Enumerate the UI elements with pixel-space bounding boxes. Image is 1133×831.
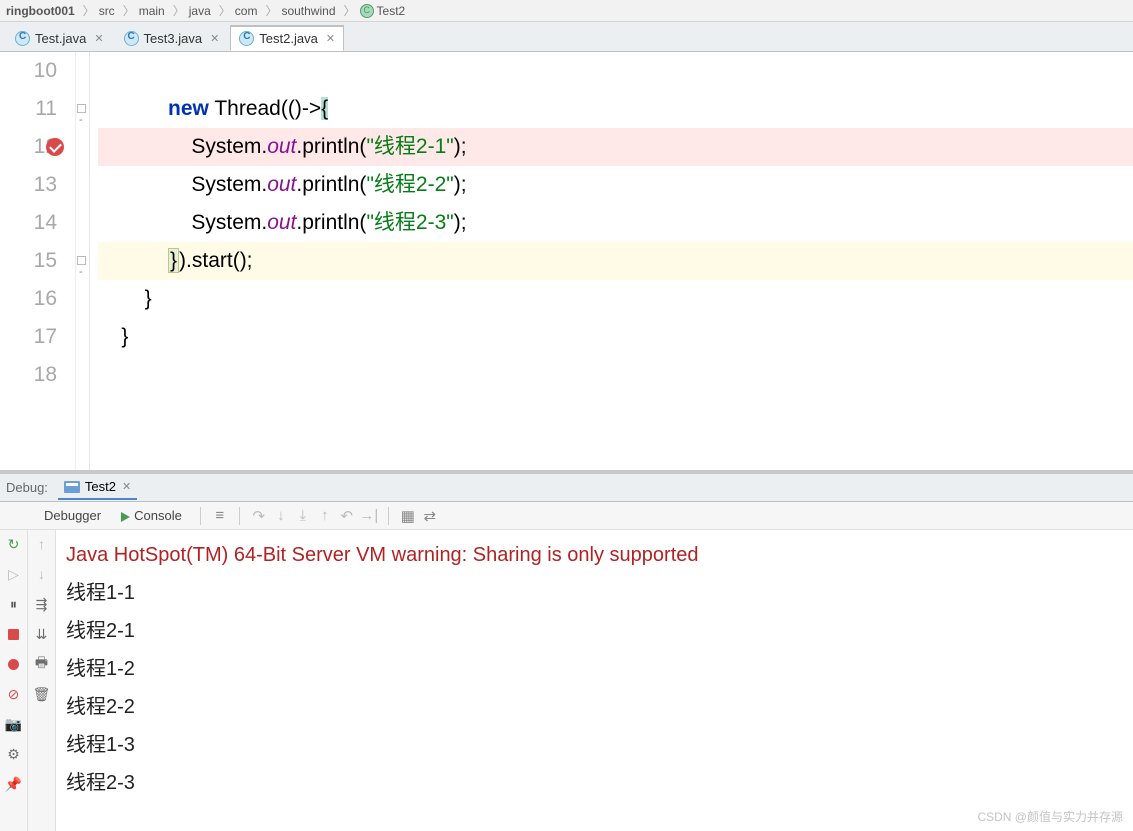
code-area[interactable]: new Thread(()->{ System.out.println("线程2… bbox=[90, 52, 1133, 470]
tab-console[interactable]: Console bbox=[111, 504, 192, 527]
debug-config-tab[interactable]: Test2 ✕ bbox=[58, 475, 137, 500]
close-icon[interactable]: ✕ bbox=[94, 32, 103, 45]
watermark: CSDN @颜值与实力并存源 bbox=[977, 808, 1123, 825]
console-line: 线程1-2 bbox=[66, 650, 1123, 688]
rerun-icon[interactable]: ↻ bbox=[4, 534, 24, 554]
resume-icon[interactable]: ▷ bbox=[4, 564, 24, 584]
up-icon[interactable]: ↑ bbox=[32, 534, 52, 554]
settings-icon[interactable]: ⇄ bbox=[419, 505, 441, 527]
crumb[interactable]: ringboot001 bbox=[6, 4, 75, 18]
tab-test[interactable]: Test.java ✕ bbox=[6, 25, 113, 51]
tab-test2[interactable]: Test2.java ✕ bbox=[230, 25, 344, 51]
console-output[interactable]: Java HotSpot(TM) 64-Bit Server VM warnin… bbox=[56, 530, 1133, 831]
crumb[interactable]: Test2 bbox=[377, 4, 406, 18]
tab-test3[interactable]: Test3.java ✕ bbox=[115, 25, 229, 51]
tab-debugger[interactable]: Debugger bbox=[34, 504, 111, 527]
step-into-icon[interactable]: ↓ bbox=[270, 505, 292, 527]
crumb[interactable]: java bbox=[189, 4, 211, 18]
drop-frame-icon[interactable]: ↶ bbox=[336, 505, 358, 527]
run-to-cursor-icon[interactable]: →| bbox=[358, 505, 380, 527]
breakpoint-icon[interactable] bbox=[46, 138, 64, 156]
console-line: 线程2-2 bbox=[66, 688, 1123, 726]
play-icon bbox=[121, 512, 130, 522]
java-class-icon bbox=[239, 31, 254, 46]
debug-left-toolbar: ↻ ▷ ⏸ ⊘ 📷 ⚙ 📌 bbox=[0, 530, 28, 831]
debug-body: ↻ ▷ ⏸ ⊘ 📷 ⚙ 📌 ↑ ↓ ⇶ ⇊ 🖶 🗑 Java HotSpot(T… bbox=[0, 530, 1133, 831]
crumb[interactable]: com bbox=[235, 4, 258, 18]
pause-icon[interactable]: ⏸ bbox=[4, 594, 24, 614]
file-tabs: Test.java ✕ Test3.java ✕ Test2.java ✕ bbox=[0, 22, 1133, 52]
fold-toggle-icon[interactable] bbox=[77, 104, 86, 113]
crumb[interactable]: southwind bbox=[281, 4, 335, 18]
stop-icon[interactable] bbox=[4, 624, 24, 644]
java-class-icon bbox=[124, 31, 139, 46]
console-error-line: Java HotSpot(TM) 64-Bit Server VM warnin… bbox=[66, 536, 1123, 574]
class-icon bbox=[360, 4, 374, 18]
camera-icon[interactable]: 📷 bbox=[4, 714, 24, 734]
debug-header: Debug: Test2 ✕ bbox=[0, 474, 1133, 502]
evaluate-icon[interactable]: ▦ bbox=[397, 505, 419, 527]
clear-icon[interactable]: 🗑 bbox=[32, 684, 52, 704]
settings-gear-icon[interactable]: ⚙ bbox=[4, 744, 24, 764]
console-line: 线程2-3 bbox=[66, 764, 1123, 802]
tab-label: Test2.java bbox=[259, 31, 318, 46]
tab-label: Test.java bbox=[35, 31, 86, 46]
code-editor[interactable]: 101112131415161718 new Thread(()->{ Syst… bbox=[0, 52, 1133, 470]
step-over-icon[interactable]: ↷ bbox=[248, 505, 270, 527]
breadcrumb: ringboot001〉 src〉 main〉 java〉 com〉 south… bbox=[0, 0, 1133, 22]
console-left-toolbar: ↑ ↓ ⇶ ⇊ 🖶 🗑 bbox=[28, 530, 56, 831]
console-line: 线程1-1 bbox=[66, 574, 1123, 612]
java-class-icon bbox=[15, 31, 30, 46]
debug-label: Debug: bbox=[6, 480, 48, 495]
print-icon[interactable]: 🖶 bbox=[32, 654, 52, 674]
down-icon[interactable]: ↓ bbox=[32, 564, 52, 584]
application-icon bbox=[64, 481, 80, 493]
fold-column[interactable] bbox=[76, 52, 90, 470]
close-icon[interactable]: ✕ bbox=[210, 32, 219, 45]
crumb[interactable]: src bbox=[99, 4, 115, 18]
wrap-icon[interactable]: ⇶ bbox=[32, 594, 52, 614]
force-step-into-icon[interactable]: ⤓ bbox=[292, 505, 314, 527]
console-line: 线程2-1 bbox=[66, 612, 1123, 650]
mute-breakpoints-icon[interactable]: ⊘ bbox=[4, 684, 24, 704]
console-line: 线程1-3 bbox=[66, 726, 1123, 764]
close-icon[interactable]: ✕ bbox=[122, 480, 131, 493]
debug-toolbar: Debugger Console ≡ ↷ ↓ ⤓ ↑ ↶ →| ▦ ⇄ bbox=[0, 502, 1133, 530]
debug-tab-label: Test2 bbox=[85, 479, 116, 494]
scroll-icon[interactable]: ⇊ bbox=[32, 624, 52, 644]
close-icon[interactable]: ✕ bbox=[326, 32, 335, 45]
step-out-icon[interactable]: ↑ bbox=[314, 505, 336, 527]
gutter[interactable]: 101112131415161718 bbox=[0, 52, 76, 470]
view-breakpoints-icon[interactable] bbox=[4, 654, 24, 674]
soft-wrap-icon[interactable]: ≡ bbox=[209, 505, 231, 527]
pin-icon[interactable]: 📌 bbox=[4, 774, 24, 794]
tab-label: Test3.java bbox=[144, 31, 203, 46]
fold-toggle-icon[interactable] bbox=[77, 256, 86, 265]
crumb[interactable]: main bbox=[139, 4, 165, 18]
